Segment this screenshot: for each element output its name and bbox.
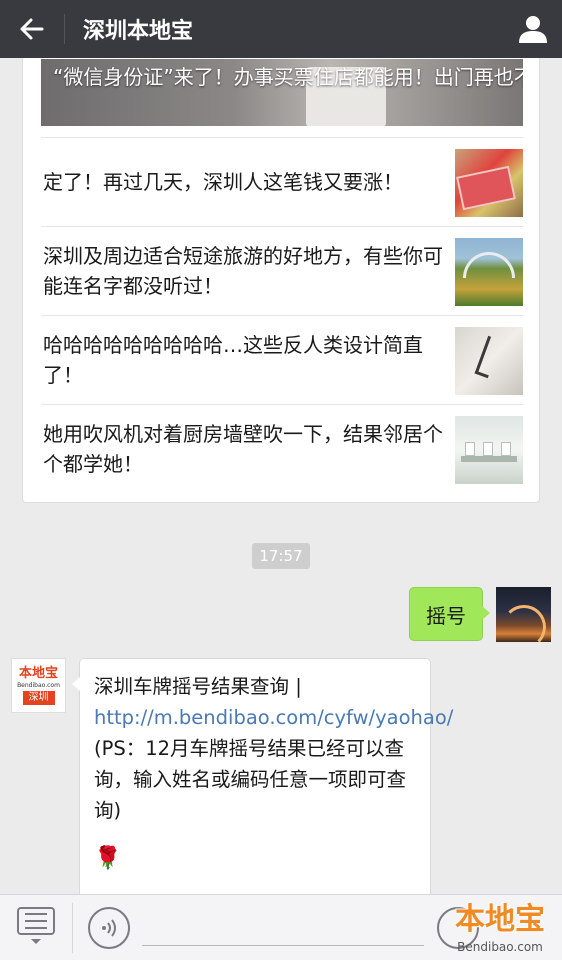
bendibao-watermark: 本地宝 Bendibao.com xyxy=(440,900,560,958)
watermark-logo: 本地宝 xyxy=(455,902,545,937)
chat-title: 深圳本地宝 xyxy=(83,19,194,44)
voice-icon xyxy=(102,919,116,937)
article-item[interactable]: 深圳及周边适合短途旅游的好地方，有些你可能连名字都没听过！ xyxy=(41,226,523,315)
message-text: 深圳车牌摇号结果查询 | xyxy=(94,675,302,698)
back-button[interactable] xyxy=(0,0,64,58)
sent-message-bubble[interactable]: 摇号 xyxy=(409,587,490,641)
my-avatar[interactable] xyxy=(496,587,551,642)
back-arrow-icon xyxy=(20,18,44,40)
avatar-logo-domain: Bendibao.com xyxy=(17,682,60,689)
article-title: 深圳及周边适合短途旅游的好地方，有些你可能连名字都没听过！ xyxy=(43,244,443,298)
top-bar: 深圳本地宝 xyxy=(0,0,562,58)
article-item[interactable]: 定了！再过几天，深圳人这笔钱又要涨！ xyxy=(41,137,523,226)
avatar-logo-city: 深圳 xyxy=(22,691,55,705)
header-divider xyxy=(64,14,65,44)
profile-button[interactable] xyxy=(504,0,562,58)
message-input[interactable] xyxy=(142,945,424,946)
message-note: (PS：12月车牌摇号结果已经可以查询，输入姓名或编码任意一项即可查询) xyxy=(94,737,407,822)
article-title: 定了！再过几天，深圳人这笔钱又要涨！ xyxy=(43,170,403,194)
article-thumbnail xyxy=(455,416,523,484)
article-card: “微信身份证”来了！办事买票住店都能用！出门再也不用带身份证了 定了！再过几天，… xyxy=(22,40,540,503)
article-title: 哈哈哈哈哈哈哈哈哈…这些反人类设计简直了！ xyxy=(43,333,423,387)
hero-article[interactable]: “微信身份证”来了！办事买票住店都能用！出门再也不用带身份证了 xyxy=(41,59,523,126)
article-title: 她用吹风机对着厨房墙壁吹一下，结果邻居个个都学她！ xyxy=(43,422,443,476)
chat-timestamp: 17:57 xyxy=(252,543,310,569)
rose-emoji: 🌹 xyxy=(94,846,122,871)
chevron-down-icon xyxy=(31,939,41,944)
message-link[interactable]: http://m.bendibao.com/cyfw/yaohao/ xyxy=(94,706,453,729)
bendibao-avatar[interactable]: 本地宝 Bendibao.com 深圳 xyxy=(11,658,66,713)
avatar-logo-text: 本地宝 xyxy=(18,666,58,681)
article-thumbnail xyxy=(455,149,523,217)
person-icon xyxy=(519,16,547,43)
received-message-bubble: 深圳车牌摇号结果查询 | http://m.bendibao.com/cyfw/… xyxy=(72,658,453,908)
article-thumbnail xyxy=(455,327,523,395)
article-item[interactable]: 哈哈哈哈哈哈哈哈哈…这些反人类设计简直了！ xyxy=(41,315,523,404)
menu-toggle-button[interactable] xyxy=(14,907,58,951)
voice-button[interactable] xyxy=(88,907,130,949)
article-item[interactable]: 她用吹风机对着厨房墙壁吹一下，结果邻居个个都学她！ xyxy=(41,404,523,493)
hero-article-title: “微信身份证”来了！办事买票住店都能用！出门再也不用带身份证了 xyxy=(53,65,523,89)
article-thumbnail xyxy=(455,238,523,306)
watermark-domain: Bendibao.com xyxy=(457,940,543,954)
menu-icon xyxy=(17,907,55,935)
bar-divider xyxy=(72,903,73,953)
